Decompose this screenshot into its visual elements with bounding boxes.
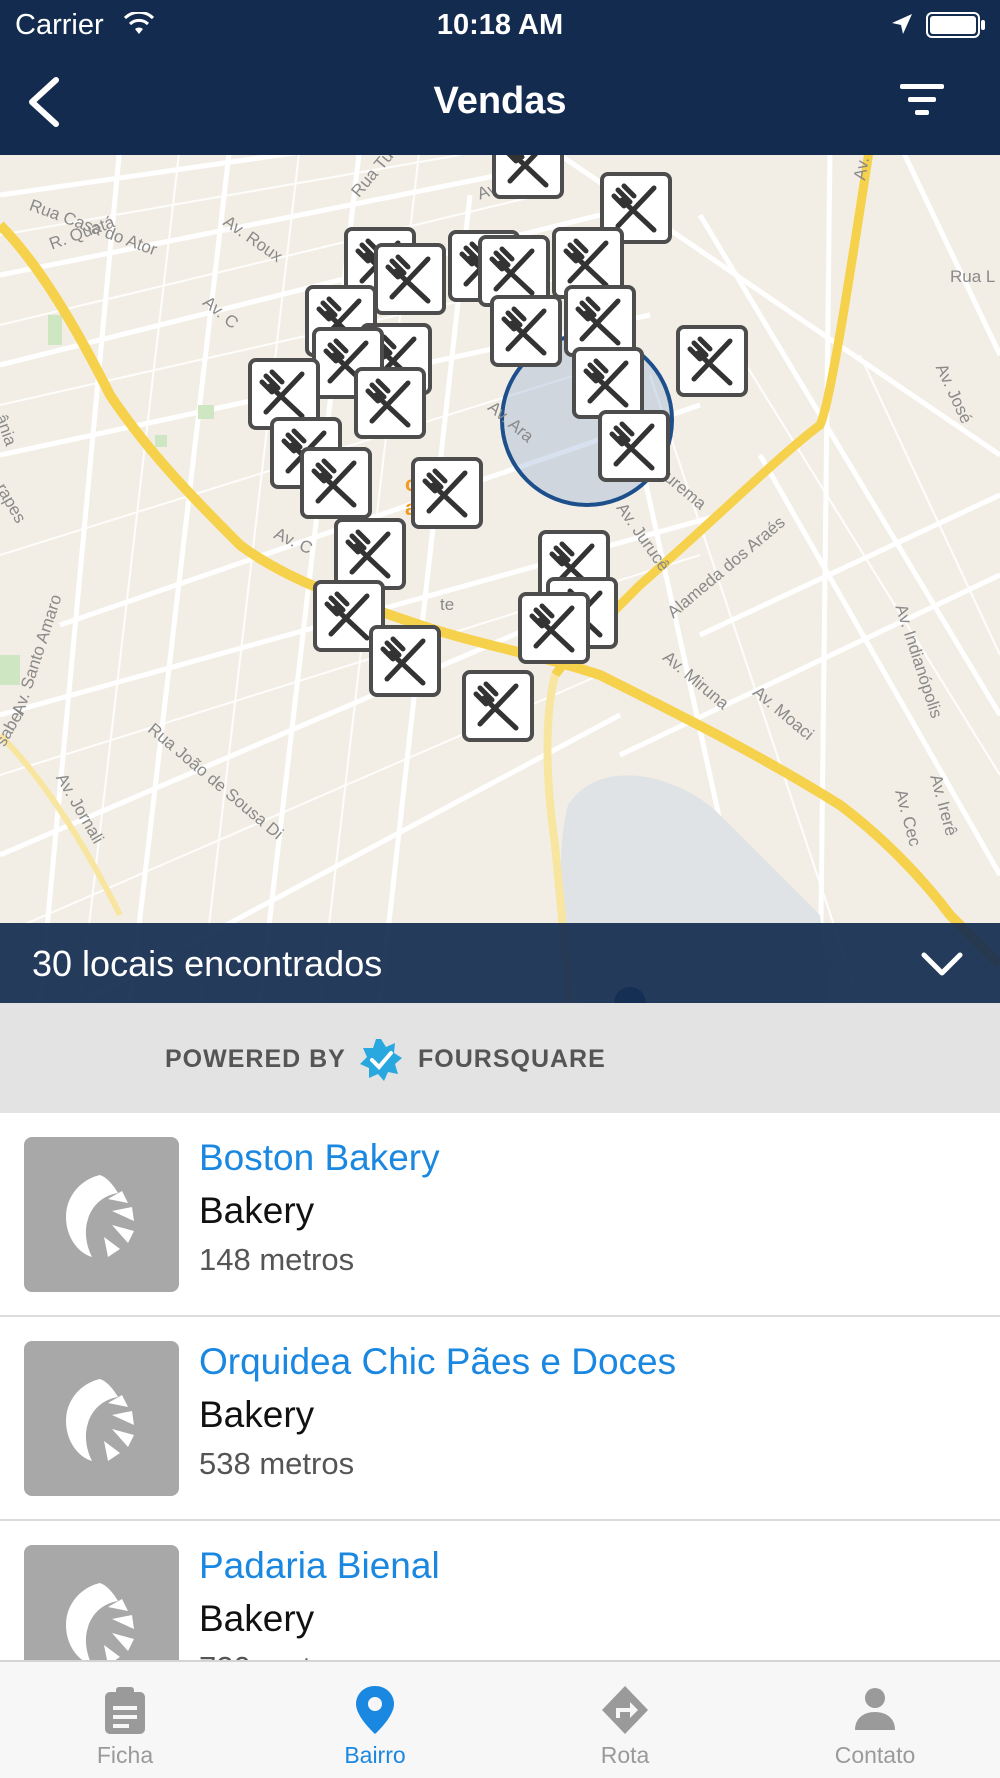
restaurant-pin[interactable] xyxy=(354,367,426,439)
tab-label: Bairro xyxy=(344,1742,406,1768)
status-bar: Carrier 10:18 AM xyxy=(0,0,1000,50)
croissant-icon xyxy=(65,1174,134,1257)
fork-knife-icon xyxy=(563,238,609,288)
foursquare-logo-icon xyxy=(360,1039,402,1081)
results-summary-bar[interactable]: 30 locais encontrados xyxy=(0,923,1000,1003)
location-pin-icon xyxy=(356,1686,394,1734)
place-name[interactable]: Orquidea Chic Pães e Doces xyxy=(199,1341,676,1383)
restaurant-pin[interactable] xyxy=(572,347,644,419)
map-street-label: Av. xyxy=(850,155,873,182)
tab-bar: Ficha Bairro Rota Contato xyxy=(0,1660,1000,1778)
croissant-icon xyxy=(65,1378,134,1461)
filter-icon[interactable] xyxy=(896,80,948,120)
fork-knife-icon xyxy=(687,336,733,386)
restaurant-pin[interactable] xyxy=(369,625,441,697)
restaurant-pin[interactable] xyxy=(462,670,534,742)
fork-knife-icon xyxy=(324,591,370,641)
tab-ficha[interactable]: Ficha xyxy=(0,1662,250,1778)
restaurant-pin[interactable] xyxy=(492,155,564,199)
place-thumbnail xyxy=(24,1137,179,1292)
place-category: Bakery xyxy=(199,1394,315,1435)
battery-icon xyxy=(926,12,985,38)
fork-knife-icon xyxy=(365,378,411,428)
place-distance: 148 metros xyxy=(199,1242,355,1277)
location-arrow-icon xyxy=(892,14,912,34)
restaurant-pin[interactable] xyxy=(490,295,562,367)
tab-label: Ficha xyxy=(96,1742,154,1768)
place-distance: 538 metros xyxy=(199,1446,355,1481)
list-item[interactable]: Boston Bakery Bakery 148 metros xyxy=(0,1113,1000,1317)
place-thumbnail xyxy=(24,1545,179,1660)
croissant-icon xyxy=(65,1582,134,1660)
place-category: Bakery xyxy=(199,1598,315,1639)
tab-rota[interactable]: Rota xyxy=(500,1662,750,1778)
place-distance: 720 metros xyxy=(199,1650,354,1660)
fork-knife-icon xyxy=(422,468,468,518)
chevron-down-icon[interactable] xyxy=(918,947,966,981)
places-list[interactable]: Boston Bakery Bakery 148 metros Orquidea… xyxy=(0,1113,1000,1660)
top-bar: Carrier 10:18 AM Vendas xyxy=(0,0,1000,155)
place-thumbnail xyxy=(24,1341,179,1496)
route-arrow-icon xyxy=(602,1686,648,1734)
fork-knife-icon xyxy=(506,155,549,188)
fork-knife-icon xyxy=(501,306,547,356)
list-item[interactable]: Padaria Bienal Bakery 720 metros xyxy=(0,1521,1000,1660)
fork-knife-icon xyxy=(575,296,621,346)
restaurant-pin[interactable] xyxy=(676,325,748,397)
map-street-label: te xyxy=(440,595,455,614)
fork-knife-icon xyxy=(609,421,655,471)
place-name[interactable]: Padaria Bienal xyxy=(199,1545,440,1587)
fork-knife-icon xyxy=(583,358,629,408)
fork-knife-icon xyxy=(385,254,431,304)
tab-contato[interactable]: Contato xyxy=(750,1662,1000,1778)
fork-knife-icon xyxy=(311,458,357,508)
fork-knife-icon xyxy=(473,681,519,731)
tab-label: Contato xyxy=(834,1742,916,1768)
fork-knife-icon xyxy=(489,246,535,296)
tab-bairro[interactable]: Bairro xyxy=(250,1662,500,1778)
restaurant-pin[interactable] xyxy=(518,592,590,664)
fork-knife-icon xyxy=(345,529,391,579)
results-count: 30 locais encontrados xyxy=(32,943,383,984)
list-item[interactable]: Orquidea Chic Pães e Doces Bakery 538 me… xyxy=(0,1317,1000,1521)
clipboard-icon xyxy=(105,1687,145,1734)
fork-knife-icon xyxy=(380,636,426,686)
restaurant-pin[interactable] xyxy=(598,410,670,482)
tab-label: Rota xyxy=(600,1742,650,1768)
fork-knife-icon xyxy=(259,369,305,419)
place-category: Bakery xyxy=(199,1190,315,1231)
person-icon xyxy=(855,1688,895,1730)
powered-by-banner: POWERED BY FOURSQUARE xyxy=(0,1003,1000,1113)
restaurant-pin[interactable] xyxy=(300,447,372,519)
clock-label: 10:18 AM xyxy=(436,9,564,41)
place-name[interactable]: Boston Bakery xyxy=(199,1137,440,1179)
page-title: Vendas xyxy=(433,80,567,122)
map-view[interactable]: R. Quatá Rua Casa do Ator Av. Roux Rua T… xyxy=(0,155,1000,1003)
fork-knife-icon xyxy=(529,603,575,653)
restaurant-pin[interactable] xyxy=(411,457,483,529)
map-street-label: Rua L xyxy=(950,267,996,286)
foursquare-label: FOURSQUARE xyxy=(418,1045,606,1073)
powered-by-label: POWERED BY xyxy=(165,1045,346,1073)
restaurant-pin[interactable] xyxy=(374,243,446,315)
fork-knife-icon xyxy=(611,183,657,233)
